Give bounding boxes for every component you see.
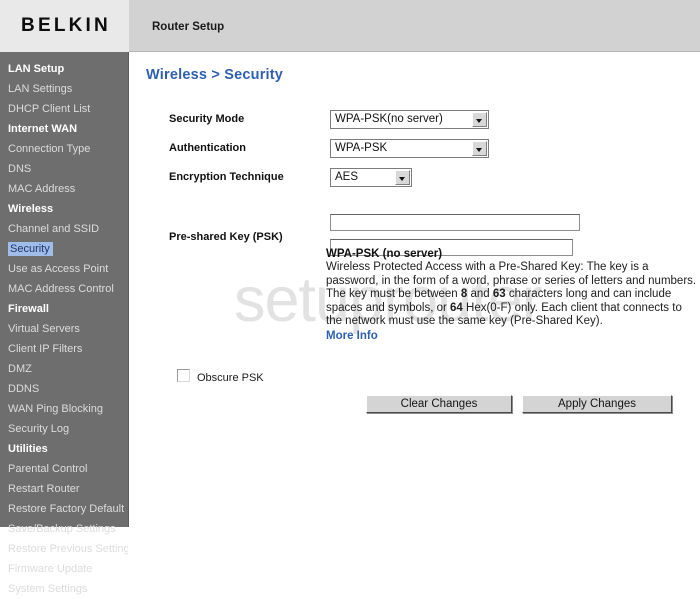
sidebar-item-label: Restart Router xyxy=(8,483,80,495)
sidebar-nav: LAN Setup LAN Settings DHCP Client List Int… xyxy=(0,52,129,595)
sidebar-item-security-log[interactable]: Security Log xyxy=(0,419,128,439)
sidebar-item-security[interactable]: Security xyxy=(0,239,128,259)
brand-text: BELKIN xyxy=(21,15,111,36)
sidebar-item-label: Client IP Filters xyxy=(8,343,83,355)
sidebar-item-label: Wireless xyxy=(8,203,54,215)
more-info-link[interactable]: More Info xyxy=(326,330,378,342)
sidebar-item-lan-setup: LAN Setup xyxy=(0,59,128,79)
chevron-down-icon[interactable] xyxy=(472,141,487,156)
sidebar-item-label: LAN Setup xyxy=(8,63,65,75)
description-text-2: and xyxy=(467,288,493,301)
sidebar-item-label: Internet WAN xyxy=(8,123,78,135)
obscure-psk-checkbox[interactable] xyxy=(177,369,190,382)
sidebar-item-mac-address[interactable]: MAC Address xyxy=(0,179,128,199)
obscure-psk-label: Obscure PSK xyxy=(197,372,264,384)
chevron-down-icon[interactable] xyxy=(472,112,487,127)
sidebar-item-restart-router[interactable]: Restart Router xyxy=(0,479,128,499)
sidebar-item-dmz[interactable]: DMZ xyxy=(0,359,128,379)
sidebar-item-label: Restore Factory Default xyxy=(8,503,125,515)
sidebar-item-firewall: Firewall xyxy=(0,299,128,319)
sidebar-item-parental-control[interactable]: Parental Control xyxy=(0,459,128,479)
field-row-security-mode: Security Mode WPA-PSK(no server) xyxy=(130,110,700,132)
psk-input-primary[interactable] xyxy=(330,214,580,231)
field-row-encryption-technique: Encryption Technique AES xyxy=(130,168,700,190)
sidebar-item-mac-address-control[interactable]: MAC Address Control xyxy=(0,279,128,299)
psk-label: Pre-shared Key (PSK) xyxy=(169,231,283,243)
sidebar-item-wireless: Wireless xyxy=(0,199,128,219)
security-mode-select[interactable]: WPA-PSK(no server) xyxy=(330,110,489,129)
sidebar-item-label: Connection Type xyxy=(8,143,91,155)
sidebar-item-use-as-access-point[interactable]: Use as Access Point xyxy=(0,259,128,279)
sidebar-item-save-backup-settings[interactable]: Save/Backup Settings xyxy=(0,519,128,539)
sidebar-item-channel-and-ssid[interactable]: Channel and SSID xyxy=(0,219,128,239)
security-mode-label: Security Mode xyxy=(169,113,245,125)
field-row-authentication: Authentication WPA-PSK xyxy=(130,139,700,161)
top-header-bar: BELKIN Router Setup xyxy=(0,0,700,52)
sidebar-item-label: Utilities xyxy=(8,443,48,455)
sidebar-item-label: DNS xyxy=(8,163,32,175)
app-title: Router Setup xyxy=(152,21,225,33)
router-admin-page: BELKIN Router Setup LAN Setup LAN Setting… xyxy=(0,0,700,595)
sidebar-item-label: Parental Control xyxy=(8,463,88,475)
sidebar-item-label: Security Log xyxy=(8,423,70,435)
main-content: setuprouter Wireless > Security Security… xyxy=(130,52,700,527)
sidebar-item-label: Firmware Update xyxy=(8,563,93,575)
sidebar-item-label: MAC Address Control xyxy=(8,283,114,295)
sidebar-item-label: WAN Ping Blocking xyxy=(8,403,103,415)
sidebar-item-utilities: Utilities xyxy=(0,439,128,459)
obscure-psk-row: Obscure PSK xyxy=(177,369,264,384)
encryption-technique-value: AES xyxy=(335,171,359,183)
sidebar-item-label: Use as Access Point xyxy=(8,263,109,275)
sidebar-item-label: MAC Address xyxy=(8,183,76,195)
sidebar-item-firmware-update[interactable]: Firmware Update xyxy=(0,559,128,579)
sidebar-item-system-settings[interactable]: System Settings xyxy=(0,579,128,599)
sidebar-item-label: DMZ xyxy=(8,363,32,375)
description-body: Wireless Protected Access with a Pre-Sha… xyxy=(326,261,700,329)
authentication-value: WPA-PSK xyxy=(335,142,388,154)
sidebar-item-label: System Settings xyxy=(8,583,88,595)
sidebar-item-dns[interactable]: DNS xyxy=(0,159,128,179)
sidebar-item-label: Firewall xyxy=(8,303,49,315)
authentication-label: Authentication xyxy=(169,142,246,154)
sidebar-item-label: Save/Backup Settings xyxy=(8,523,116,535)
sidebar-item-client-ip-filters[interactable]: Client IP Filters xyxy=(0,339,128,359)
sidebar-item-label: Restore Previous Settings xyxy=(8,543,128,555)
sidebar-item-label: Security xyxy=(8,242,53,256)
sidebar-item-label: LAN Settings xyxy=(8,83,73,95)
belkin-logo: BELKIN xyxy=(0,0,129,52)
sidebar-item-wan-ping-blocking[interactable]: WAN Ping Blocking xyxy=(0,399,128,419)
authentication-select[interactable]: WPA-PSK xyxy=(330,139,489,158)
sidebar-item-restore-factory-default[interactable]: Restore Factory Default xyxy=(0,499,128,519)
description-bold-3: 64 xyxy=(450,301,463,314)
security-mode-description: WPA-PSK (no server) Wireless Protected A… xyxy=(326,248,700,342)
encryption-technique-select[interactable]: AES xyxy=(330,168,412,187)
apply-changes-button[interactable]: Apply Changes xyxy=(522,395,672,413)
sidebar-item-ddns[interactable]: DDNS xyxy=(0,379,128,399)
sidebar-item-label: Virtual Servers xyxy=(8,323,80,335)
sidebar-item-lan-settings[interactable]: LAN Settings xyxy=(0,79,128,99)
sidebar-item-connection-type[interactable]: Connection Type xyxy=(0,139,128,159)
sidebar-item-dhcp-client-list[interactable]: DHCP Client List xyxy=(0,99,128,119)
description-bold-2: 63 xyxy=(492,288,506,301)
security-mode-value: WPA-PSK(no server) xyxy=(335,113,443,125)
chevron-down-icon[interactable] xyxy=(395,170,410,185)
sidebar-item-internet-wan: Internet WAN xyxy=(0,119,128,139)
sidebar-item-label: DHCP Client List xyxy=(8,103,91,115)
breadcrumb: Wireless > Security xyxy=(146,67,284,83)
description-heading: WPA-PSK (no server) xyxy=(326,248,443,260)
sidebar-item-label: DDNS xyxy=(8,383,40,395)
sidebar-item-virtual-servers[interactable]: Virtual Servers xyxy=(0,319,128,339)
sidebar-item-label: Channel and SSID xyxy=(8,223,100,235)
sidebar-item-restore-previous-settings[interactable]: Restore Previous Settings xyxy=(0,539,128,559)
clear-changes-button[interactable]: Clear Changes xyxy=(366,395,512,413)
encryption-technique-label: Encryption Technique xyxy=(169,171,284,183)
